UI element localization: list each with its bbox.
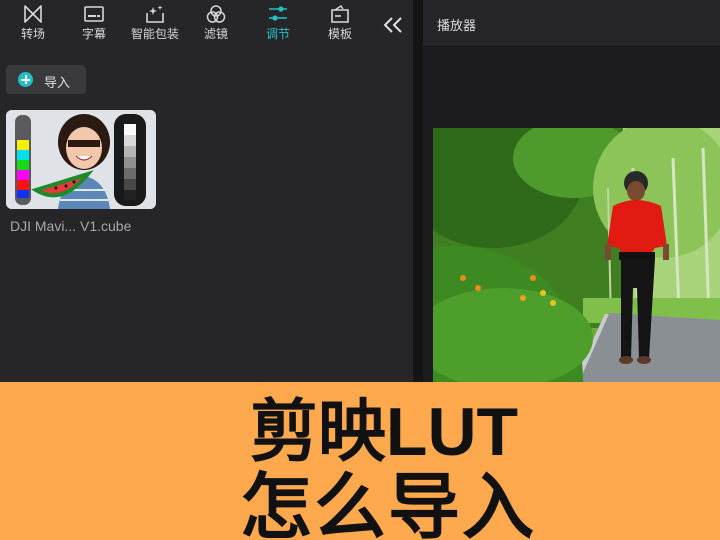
tab-transition-label: 转场 <box>20 27 45 41</box>
player-panel: 播放器 <box>423 0 720 382</box>
media-thumbnail[interactable] <box>6 110 156 209</box>
banner-title-line2: 怎么导入 <box>240 468 537 540</box>
collapse-button[interactable] <box>378 12 408 38</box>
tab-adjust[interactable]: 调节 <box>248 4 308 48</box>
tab-subtitle-label: 字幕 <box>81 27 106 41</box>
media-item-name: DJI Mavi... V1.cube <box>10 218 132 234</box>
video-preview[interactable] <box>433 128 720 382</box>
tab-transition[interactable]: 转场 <box>3 4 63 48</box>
template-icon <box>331 5 349 23</box>
tab-filter[interactable]: 滤镜 <box>186 4 246 48</box>
import-button[interactable]: 导入 <box>6 65 86 94</box>
filter-icon <box>206 5 226 23</box>
tab-subtitle[interactable]: 字幕 <box>64 4 124 48</box>
banner-title-line1: 剪映LUT <box>249 394 519 470</box>
transition-icon <box>24 5 42 23</box>
double-chevron-left-icon <box>383 17 402 33</box>
tab-template-label: 模板 <box>327 27 352 41</box>
tab-smart-package[interactable]: 智能包装 <box>125 4 185 48</box>
adjust-icon <box>269 6 287 21</box>
panel-divider[interactable] <box>413 0 423 382</box>
tab-filter-label: 滤镜 <box>203 27 228 41</box>
video-frame-image <box>433 128 720 382</box>
plus-circle-icon <box>18 72 33 87</box>
tab-smart-package-label: 智能包装 <box>130 27 179 41</box>
player-title: 播放器 <box>437 18 477 33</box>
smart-package-icon <box>146 5 164 23</box>
title-banner: 剪映LUT 怎么导入 <box>0 382 720 540</box>
top-toolbar: 转场 字幕 智能包装 滤镜 调节 模板 <box>0 0 413 50</box>
subtitle-icon <box>84 6 104 22</box>
import-button-label: 导入 <box>44 75 71 90</box>
media-panel: 转场 字幕 智能包装 滤镜 调节 模板 导入 DJI Mavi... V1.cu… <box>0 0 413 382</box>
lut-preview-image <box>6 110 156 209</box>
tab-template[interactable]: 模板 <box>310 4 370 48</box>
player-header: 播放器 <box>423 0 720 47</box>
tab-adjust-label: 调节 <box>265 27 290 41</box>
